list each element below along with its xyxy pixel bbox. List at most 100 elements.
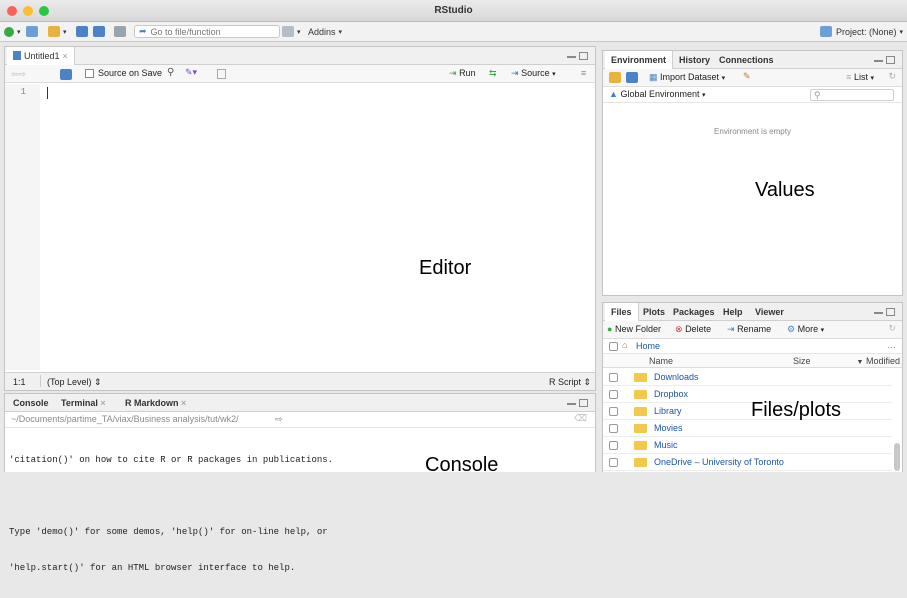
tab-help[interactable]: Help [717, 303, 749, 321]
list-item[interactable]: Downloads [603, 369, 892, 386]
tab-console[interactable]: Console [7, 394, 55, 412]
broom-icon[interactable]: ✎ [743, 71, 751, 82]
save-all-icon [93, 26, 105, 37]
save-icon[interactable] [60, 69, 72, 80]
scope-dropdown[interactable]: (Top Level) ⇕ [47, 377, 102, 388]
pane-minmax[interactable] [874, 56, 896, 64]
global-environment-dropdown[interactable]: ▲ Global Environment ▾ [609, 89, 706, 99]
source-button[interactable]: ⇥ Source ▾ [511, 68, 556, 79]
refresh-icon[interactable]: ↻ [888, 71, 896, 82]
new-file-button[interactable]: ▾ [4, 25, 21, 38]
save-workspace-icon[interactable] [626, 72, 638, 83]
row-checkbox[interactable] [609, 390, 618, 399]
breadcrumb: ⌂ Home … [603, 339, 902, 354]
list-item[interactable]: Movies [603, 420, 892, 437]
project-menu[interactable]: Project: (None) ▾ [820, 25, 903, 38]
files-scrollbar[interactable] [894, 443, 900, 471]
refresh-icon[interactable]: ↻ [888, 323, 896, 334]
line-gutter: 1 [5, 84, 40, 370]
new-project-button[interactable] [26, 25, 38, 38]
files-pane: Files Plots Packages Help Viewer ● New F… [602, 302, 903, 472]
clear-console-icon[interactable]: ⌫ [574, 413, 587, 424]
save-all-button[interactable] [93, 25, 105, 38]
gear-icon: ⚙ [787, 324, 796, 334]
close-tab-icon[interactable]: × [181, 398, 186, 408]
run-arrow-icon: ⇥ [449, 68, 457, 78]
source-on-save-checkbox[interactable] [85, 69, 94, 78]
folder-icon [634, 390, 647, 399]
pane-minmax[interactable] [567, 399, 589, 407]
home-icon[interactable]: ⌂ [622, 340, 627, 350]
breadcrumb-home[interactable]: Home [636, 341, 660, 351]
row-checkbox[interactable] [609, 407, 618, 416]
more-button[interactable]: ⚙ More ▾ [787, 324, 824, 335]
tab-packages[interactable]: Packages [667, 303, 721, 321]
close-tab-icon[interactable]: × [63, 51, 68, 61]
more-path-icon[interactable]: … [887, 340, 896, 350]
console-output[interactable]: 'citation()' on how to cite R or R packa… [9, 430, 333, 598]
view-mode-dropdown[interactable]: ≡ List ▾ [846, 72, 874, 82]
new-folder-button[interactable]: ● New Folder [607, 324, 661, 334]
magic-wand-icon[interactable]: ✎▾ [185, 67, 197, 78]
addins-button[interactable]: Addins ▾ [308, 25, 342, 38]
list-item[interactable]: OneDrive – University of Toronto [603, 454, 892, 471]
console-tabbar: Console Terminal × R Markdown × [5, 394, 595, 412]
list-item[interactable]: Dropbox [603, 386, 892, 403]
close-tab-icon[interactable]: × [100, 398, 105, 408]
column-size[interactable]: Size [793, 356, 811, 366]
pane-minmax[interactable] [874, 308, 896, 316]
list-icon: ≡ [846, 72, 852, 82]
tab-files[interactable]: Files [605, 303, 639, 321]
main-toolbar: ▾ ▾ ➦ Go to file/function ▾ Addins ▾ Proj… [0, 22, 907, 42]
console-line: 'citation()' on how to cite R or R packa… [9, 455, 334, 465]
tab-terminal[interactable]: Terminal × [55, 394, 112, 412]
console-pane: Console Terminal × R Markdown × ~/Docume… [4, 393, 596, 573]
search-icon[interactable]: ⚲ [167, 67, 174, 78]
import-dataset-button[interactable]: ▦ Import Dataset ▾ [649, 72, 725, 83]
list-item[interactable]: Music [603, 437, 892, 454]
code-area[interactable] [45, 84, 593, 370]
new-file-icon [4, 26, 14, 37]
tab-history[interactable]: History [673, 51, 716, 69]
file-type-dropdown[interactable]: R Script ⇕ [549, 377, 591, 388]
files-toolbar: ● New Folder ⊗ Delete ⇥ Rename ⚙ More ▾ … [603, 321, 902, 339]
row-checkbox[interactable] [609, 373, 618, 382]
tab-connections[interactable]: Connections [713, 51, 780, 69]
rerun-icon[interactable]: ⇆ [489, 68, 497, 79]
save-button[interactable] [76, 25, 88, 38]
goto-file-input[interactable]: ➦ Go to file/function [134, 25, 280, 38]
window-title: RStudio [434, 5, 473, 16]
go-to-directory-icon[interactable]: ⇨ [275, 414, 283, 425]
load-workspace-icon[interactable] [609, 72, 621, 83]
tab-environment[interactable]: Environment [605, 51, 674, 69]
environment-tabbar: Environment History Connections [603, 51, 902, 69]
open-file-button[interactable]: ▾ [48, 25, 67, 38]
column-modified[interactable]: ▼ Modified [857, 356, 900, 366]
pane-minmax[interactable] [567, 52, 589, 60]
tab-untitled1[interactable]: Untitled1 × [7, 47, 75, 65]
rename-icon: ⇥ [727, 324, 735, 334]
back-forward-icon[interactable]: ⇦⇨ [11, 69, 26, 80]
list-item[interactable]: Library [603, 403, 892, 420]
outline-icon[interactable]: ≡ [581, 68, 586, 78]
tab-viewer[interactable]: Viewer [749, 303, 790, 321]
row-checkbox[interactable] [609, 424, 618, 433]
console-overlay-label: Console [425, 454, 499, 476]
column-name[interactable]: Name [649, 356, 673, 366]
delete-button[interactable]: ⊗ Delete [675, 324, 711, 335]
editor-tabbar: Untitled1 × [5, 47, 595, 65]
rename-button[interactable]: ⇥ Rename [727, 324, 771, 335]
environment-search-input[interactable]: ⚲ [810, 89, 894, 101]
select-all-checkbox[interactable] [609, 342, 618, 351]
workspace-panes-button[interactable]: ▾ [282, 25, 301, 38]
tab-r-markdown[interactable]: R Markdown × [119, 394, 192, 412]
print-button[interactable] [114, 25, 126, 38]
run-button[interactable]: ⇥ Run [449, 68, 476, 79]
search-icon: ⚲ [814, 90, 821, 100]
compile-report-icon[interactable] [217, 69, 226, 79]
arrow-right-icon: ➦ [139, 26, 147, 36]
tab-plots[interactable]: Plots [637, 303, 671, 321]
row-checkbox[interactable] [609, 441, 618, 450]
row-checkbox[interactable] [609, 458, 618, 467]
